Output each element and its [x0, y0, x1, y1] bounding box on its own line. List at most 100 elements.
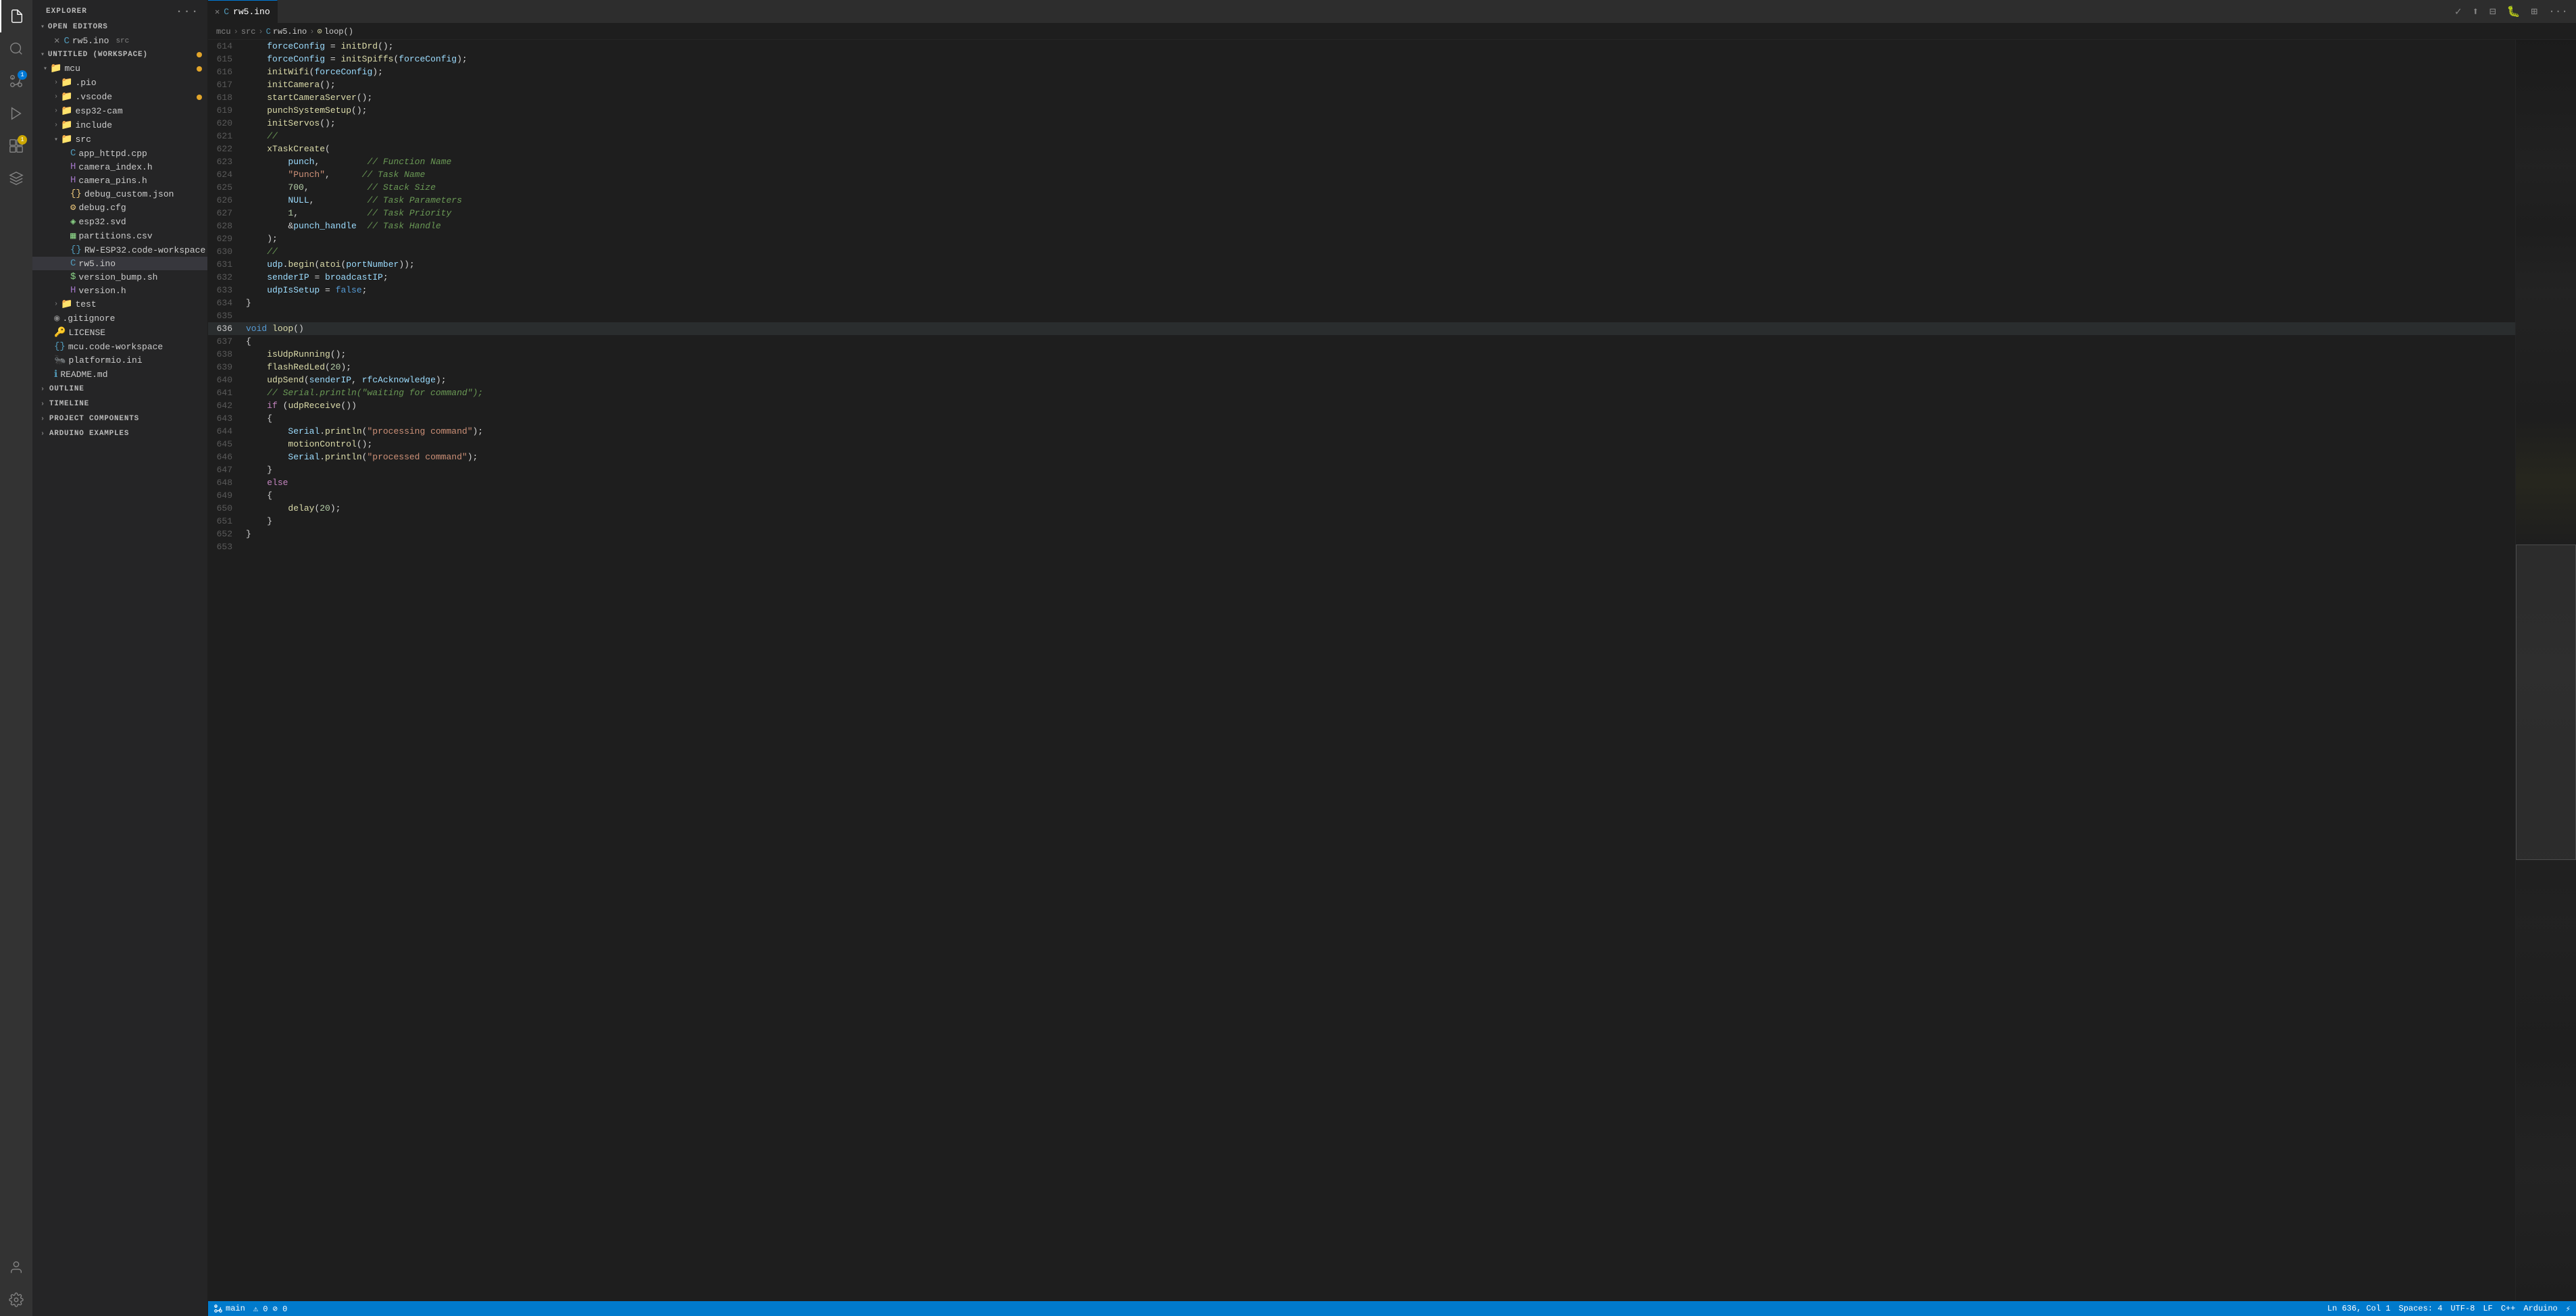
open-editors-section[interactable]: OPEN EDITORS: [32, 20, 207, 34]
vscode-chevron: [54, 93, 58, 101]
src-chevron: [54, 136, 58, 144]
extensions-icon[interactable]: 1: [0, 130, 32, 162]
source-control-icon[interactable]: 1: [0, 65, 32, 97]
minimap-viewport[interactable]: [2516, 545, 2576, 860]
file-mcu-workspace[interactable]: {} mcu.code-workspace: [32, 340, 207, 353]
code-editor[interactable]: 614 forceConfig = initDrd(); 615 forceCo…: [208, 40, 2515, 1301]
status-position[interactable]: Ln 636, Col 1: [2327, 1304, 2391, 1314]
status-encoding[interactable]: UTF-8: [2450, 1304, 2475, 1314]
code-line-637: 637 {: [208, 335, 2515, 348]
open-editor-rw5ino[interactable]: ✕ C rw5.ino src: [32, 34, 207, 48]
code-line-615: 615 forceConfig = initSpiffs(forceConfig…: [208, 53, 2515, 66]
folder-pio-label: .pio: [75, 78, 96, 88]
breadcrumb: mcu › src › Crw5.ino › ⊙loop(): [208, 24, 2576, 40]
status-eol[interactable]: LF: [2483, 1304, 2492, 1314]
file-rw5-ino[interactable]: C rw5.ino: [32, 257, 207, 270]
more-actions-icon[interactable]: ···: [2546, 3, 2571, 20]
code-line-650: 650 delay(20);: [208, 502, 2515, 515]
file-version-bump-label: version_bump.sh: [78, 272, 157, 282]
outline-chevron: [41, 386, 45, 393]
file-rw-workspace[interactable]: {} RW-ESP32.code-workspace: [32, 243, 207, 257]
files-icon[interactable]: [0, 0, 32, 32]
code-line-625: 625 700, // Stack Size: [208, 181, 2515, 194]
timeline-chevron: [41, 401, 45, 408]
debug-icon[interactable]: 🐛: [2504, 2, 2523, 21]
file-app-httpd[interactable]: C app_httpd.cpp: [32, 147, 207, 160]
breadcrumb-symbol[interactable]: ⊙loop(): [317, 26, 353, 36]
search-icon[interactable]: [0, 32, 32, 65]
breadcrumb-sep3: ›: [309, 27, 314, 36]
status-language[interactable]: C++: [2501, 1304, 2516, 1314]
status-spaces[interactable]: Spaces: 4: [2399, 1304, 2443, 1314]
code-line-631: 631 udp.begin(atoi(portNumber));: [208, 258, 2515, 271]
file-camera-pins-label: camera_pins.h: [78, 176, 147, 186]
file-icon-sh: $: [70, 272, 76, 282]
workspace-section[interactable]: UNTITLED (WORKSPACE): [32, 48, 207, 61]
file-camera-pins[interactable]: H camera_pins.h: [32, 174, 207, 187]
code-line-647: 647 }: [208, 463, 2515, 476]
sidebar-title: EXPLORER: [46, 7, 87, 16]
file-icon-md: ℹ: [54, 369, 57, 380]
close-icon[interactable]: ✕: [54, 35, 59, 47]
breadcrumb-src[interactable]: src: [241, 27, 256, 36]
folder-esp32cam[interactable]: 📁 esp32-cam: [32, 104, 207, 118]
file-readme[interactable]: ℹ README.md: [32, 368, 207, 382]
file-version-bump[interactable]: $ version_bump.sh: [32, 270, 207, 284]
platformio-icon[interactable]: [0, 162, 32, 195]
folder-test-label: test: [75, 299, 96, 309]
file-debug-custom[interactable]: {} debug_custom.json: [32, 187, 207, 201]
file-platformio-label: platformio.ini: [68, 355, 142, 365]
arduino-examples-section[interactable]: ARDUINO EXAMPLES: [32, 426, 207, 441]
source-control-badge: 1: [18, 70, 27, 80]
file-version-h[interactable]: H version.h: [32, 284, 207, 297]
folder-icon-test: 📁: [61, 299, 72, 310]
minimap[interactable]: [2515, 40, 2576, 1301]
split-editor-icon[interactable]: ⊞: [2529, 2, 2541, 21]
folder-vscode[interactable]: 📁 .vscode: [32, 90, 207, 104]
file-debug-cfg[interactable]: ⚙ debug.cfg: [32, 201, 207, 215]
workspace-modified-dot: [197, 52, 202, 57]
folder-mcu[interactable]: 📁 mcu: [32, 61, 207, 76]
file-gitignore[interactable]: ◉ .gitignore: [32, 311, 207, 326]
file-esp32-svd[interactable]: ◈ esp32.svd: [32, 215, 207, 229]
folder-test[interactable]: 📁 test: [32, 297, 207, 311]
status-platform[interactable]: Arduino: [2523, 1304, 2557, 1314]
project-components-section[interactable]: PROJECT COMPONENTS: [32, 411, 207, 426]
serial-monitor-icon[interactable]: ⊟: [2487, 2, 2499, 21]
file-license[interactable]: 🔑 LICENSE: [32, 326, 207, 340]
code-line-614: 614 forceConfig = initDrd();: [208, 40, 2515, 53]
file-platformio-ini[interactable]: 🐜 platformio.ini: [32, 353, 207, 368]
file-esp32-svd-label: esp32.svd: [78, 217, 126, 227]
checkmark-icon[interactable]: ✓: [2452, 2, 2465, 21]
status-branch[interactable]: main: [213, 1304, 245, 1313]
open-editors-chevron: [41, 23, 45, 31]
file-camera-index[interactable]: H camera_index.h: [32, 160, 207, 174]
timeline-section[interactable]: TIMELINE: [32, 397, 207, 411]
sidebar-header: EXPLORER ···: [32, 0, 207, 20]
settings-icon[interactable]: [0, 1284, 32, 1316]
run-debug-icon[interactable]: [0, 97, 32, 130]
breadcrumb-file[interactable]: Crw5.ino: [266, 27, 307, 36]
upload-icon[interactable]: ⬆: [2469, 2, 2481, 21]
accounts-icon[interactable]: [0, 1251, 32, 1284]
breadcrumb-mcu[interactable]: mcu: [216, 27, 231, 36]
file-icon-workspace2: {}: [54, 341, 66, 352]
file-partitions-csv[interactable]: ▦ partitions.csv: [32, 229, 207, 243]
code-line-640: 640 udpSend(senderIP, rfcAcknowledge);: [208, 374, 2515, 386]
outline-section[interactable]: OUTLINE: [32, 382, 207, 397]
folder-src[interactable]: 📁 src: [32, 132, 207, 147]
folder-icon-mcu: 📁: [50, 63, 61, 74]
code-line-645: 645 motionControl();: [208, 438, 2515, 451]
sidebar-menu-icon[interactable]: ···: [176, 5, 199, 18]
file-partitions-label: partitions.csv: [78, 231, 152, 241]
folder-include[interactable]: 📁 include: [32, 118, 207, 132]
tab-rw5ino[interactable]: ✕ C rw5.ino: [208, 0, 278, 23]
file-icon-cfg: ⚙: [70, 202, 76, 213]
status-errors[interactable]: ⚠ 0 ⊘ 0: [253, 1304, 287, 1314]
file-icon-h3: H: [70, 285, 76, 296]
file-icon-h1: H: [70, 161, 76, 172]
status-upload-icon[interactable]: ⚡: [2566, 1304, 2571, 1314]
tab-close-icon[interactable]: ✕: [215, 7, 220, 17]
folder-pio[interactable]: 📁 .pio: [32, 76, 207, 90]
folder-icon-pio: 📁: [61, 77, 72, 88]
